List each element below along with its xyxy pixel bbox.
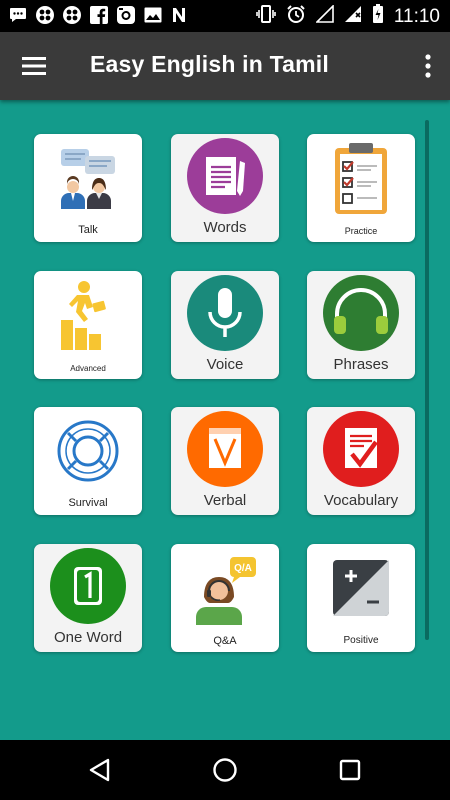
microphone-icon [171,271,279,359]
tile-phrases[interactable]: Phrases [307,271,415,379]
tile-label: Positive [343,635,379,646]
messenger-icon [8,5,28,25]
app-title: Easy English in Tamil [90,51,329,77]
climbing-stairs-icon [34,271,142,359]
tile-advanced[interactable]: Advanced [34,271,142,379]
navigation-bar [0,740,450,800]
tile-vocabulary[interactable]: Vocabulary [307,407,415,515]
hamburger-menu-icon[interactable] [18,52,52,80]
number-one-icon [34,544,142,632]
system-icons: 11:10 [256,4,440,29]
alarm-icon [286,4,306,29]
no-sim-icon [344,5,362,28]
clock-time: 11:10 [393,5,440,27]
tile-positive[interactable]: Positive [307,544,415,652]
back-triangle-icon[interactable] [86,756,114,784]
scrollbar[interactable] [425,120,429,640]
support-agent-icon: Q/A [171,544,279,632]
headphones-icon [307,271,415,359]
app-grid-icon [62,5,82,25]
app-grid-icon [35,5,55,25]
tile-label: Phrases [333,356,389,373]
tile-talk[interactable]: Talk [34,134,142,242]
tile-label: Practice [344,226,378,236]
clipboard-checklist-icon [307,134,415,222]
home-circle-icon[interactable] [211,756,239,784]
document-pen-icon [171,134,279,222]
menu-grid: Talk Words Practice Advanced Voice Phras… [0,100,450,740]
n-icon [170,5,190,25]
tile-verbal[interactable]: Verbal [171,407,279,515]
tile-practice[interactable]: Practice [307,134,415,242]
facebook-icon [89,5,109,25]
tile-label: Words [203,219,247,236]
camera-icon [116,5,136,25]
battery-icon [372,4,384,29]
tile-one-word[interactable]: One Word [34,544,142,652]
app-bar: Easy English in Tamil [0,32,450,100]
tile-label: Voice [206,356,244,373]
tile-survival[interactable]: Survival [34,407,142,515]
signal-icon [314,4,334,28]
tile-voice[interactable]: Voice [171,271,279,379]
checklist-red-icon [307,407,415,495]
tile-words[interactable]: Words [171,134,279,242]
tile-label: Advanced [70,364,106,373]
status-bar: 11:10 [0,0,450,32]
plus-minus-icon [307,544,415,632]
tile-label: Verbal [203,492,247,509]
tile-label: One Word [53,629,123,646]
image-icon [143,5,163,25]
letter-v-icon [171,407,279,495]
tile-label: Q&A [213,635,237,647]
more-vertical-icon[interactable] [420,50,436,82]
vibrate-icon [256,5,276,28]
lifebuoy-icon [34,407,142,495]
tile-label: Vocabulary [323,492,399,509]
tile-qa[interactable]: Q/A Q&A [171,544,279,652]
recents-square-icon[interactable] [336,756,364,784]
tile-label: Survival [68,497,108,509]
svg-text:Q/A: Q/A [234,563,252,574]
conversation-icon [34,134,142,222]
notification-icons [8,5,190,25]
tile-label: Talk [78,224,98,236]
